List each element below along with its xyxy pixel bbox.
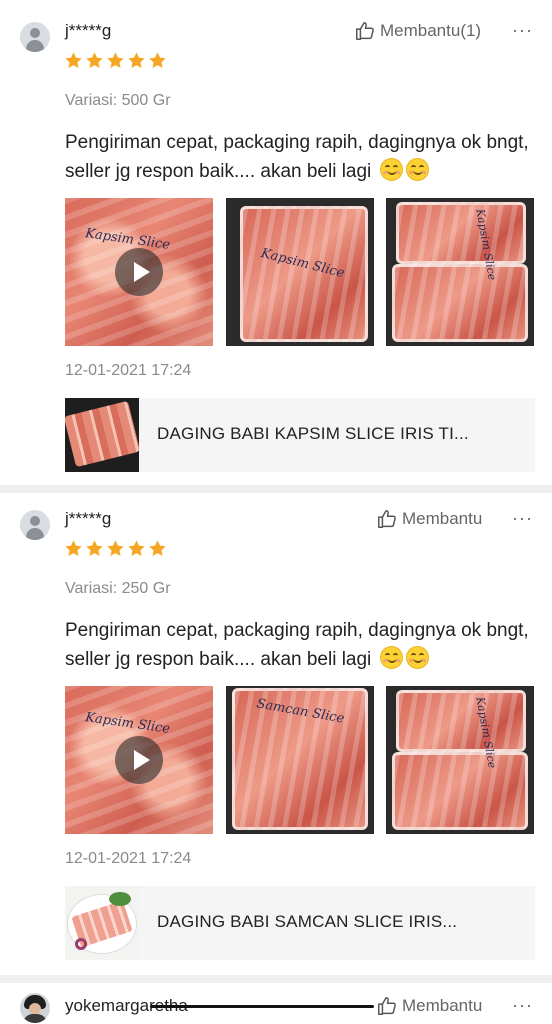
star-icon [86, 52, 103, 68]
smiling-emoji-icon [405, 158, 429, 181]
rating-stars [64, 539, 167, 558]
review-comment-text: Pengiriman cepat, packaging rapih, dagin… [65, 132, 529, 182]
thumbs-up-icon [356, 22, 374, 40]
home-indicator[interactable] [150, 1005, 374, 1008]
product-name: DAGING BABI KAPSIM SLICE IRIS TI... [157, 424, 469, 443]
star-icon [107, 540, 124, 556]
review-photo[interactable]: Samcan Slice [226, 686, 374, 834]
review-video-thumbnail[interactable]: Kapsim Slice [65, 198, 213, 346]
review-card: j*****g Membantu(1) ··· Variasi: 500 Gr … [0, 0, 552, 482]
smiling-emoji-icon [379, 158, 403, 181]
review-date: 12-01-2021 17:24 [65, 850, 192, 867]
variant-label: Variasi: 250 Gr [65, 580, 171, 597]
user-avatar-icon[interactable] [20, 510, 50, 540]
review-photo[interactable]: Kapsim Slice [226, 198, 374, 346]
helpful-button[interactable]: Membantu(1) [354, 20, 481, 42]
more-options-button[interactable]: ··· [512, 508, 533, 529]
star-icon [149, 52, 166, 68]
star-icon [86, 540, 103, 556]
star-icon [65, 52, 82, 68]
thumbs-up-icon [378, 510, 396, 528]
product-thumbnail [65, 886, 139, 960]
thumbs-up-icon [378, 997, 396, 1015]
review-photo[interactable]: Kapsim Slice [386, 686, 534, 834]
review-card: yokemargaretha Membantu ··· [0, 983, 552, 1024]
review-comment: Pengiriman cepat, packaging rapih, dagin… [65, 616, 540, 674]
helpful-label: Membantu [402, 509, 483, 528]
product-name: DAGING BABI SAMCAN SLICE IRIS... [157, 912, 458, 931]
review-comment: Pengiriman cepat, packaging rapih, dagin… [65, 128, 540, 186]
smiling-emoji-icon [405, 646, 429, 669]
play-icon[interactable] [115, 248, 163, 296]
user-avatar-icon[interactable] [20, 22, 50, 52]
star-icon [107, 52, 124, 68]
star-icon [128, 52, 145, 68]
review-comment-text: Pengiriman cepat, packaging rapih, dagin… [65, 620, 529, 670]
product-thumbnail [65, 398, 139, 472]
rating-stars [64, 51, 167, 70]
review-date: 12-01-2021 17:24 [65, 362, 192, 379]
review-divider [0, 975, 552, 983]
more-options-button[interactable]: ··· [512, 995, 533, 1016]
helpful-button[interactable]: Membantu [376, 995, 482, 1017]
product-link[interactable]: DAGING BABI SAMCAN SLICE IRIS... [65, 886, 535, 960]
variant-label: Variasi: 500 Gr [65, 92, 171, 109]
reviewer-name[interactable]: j*****g [65, 21, 111, 41]
more-options-button[interactable]: ··· [512, 20, 533, 41]
play-icon[interactable] [115, 736, 163, 784]
star-icon [128, 540, 145, 556]
star-icon [149, 540, 166, 556]
review-video-thumbnail[interactable]: Kapsim Slice [65, 686, 213, 834]
helpful-button[interactable]: Membantu [376, 508, 482, 530]
review-photo[interactable]: Kapsim Slice [386, 198, 534, 346]
helpful-label: Membantu [402, 996, 483, 1015]
product-link[interactable]: DAGING BABI KAPSIM SLICE IRIS TI... [65, 398, 535, 472]
reviewer-name[interactable]: j*****g [65, 509, 111, 529]
user-avatar-icon[interactable] [20, 993, 50, 1023]
helpful-label: Membantu(1) [380, 21, 482, 40]
review-divider [0, 485, 552, 493]
review-card: j*****g Membantu ··· Variasi: 250 Gr Pen… [0, 493, 552, 973]
star-icon [65, 540, 82, 556]
smiling-emoji-icon [379, 646, 403, 669]
